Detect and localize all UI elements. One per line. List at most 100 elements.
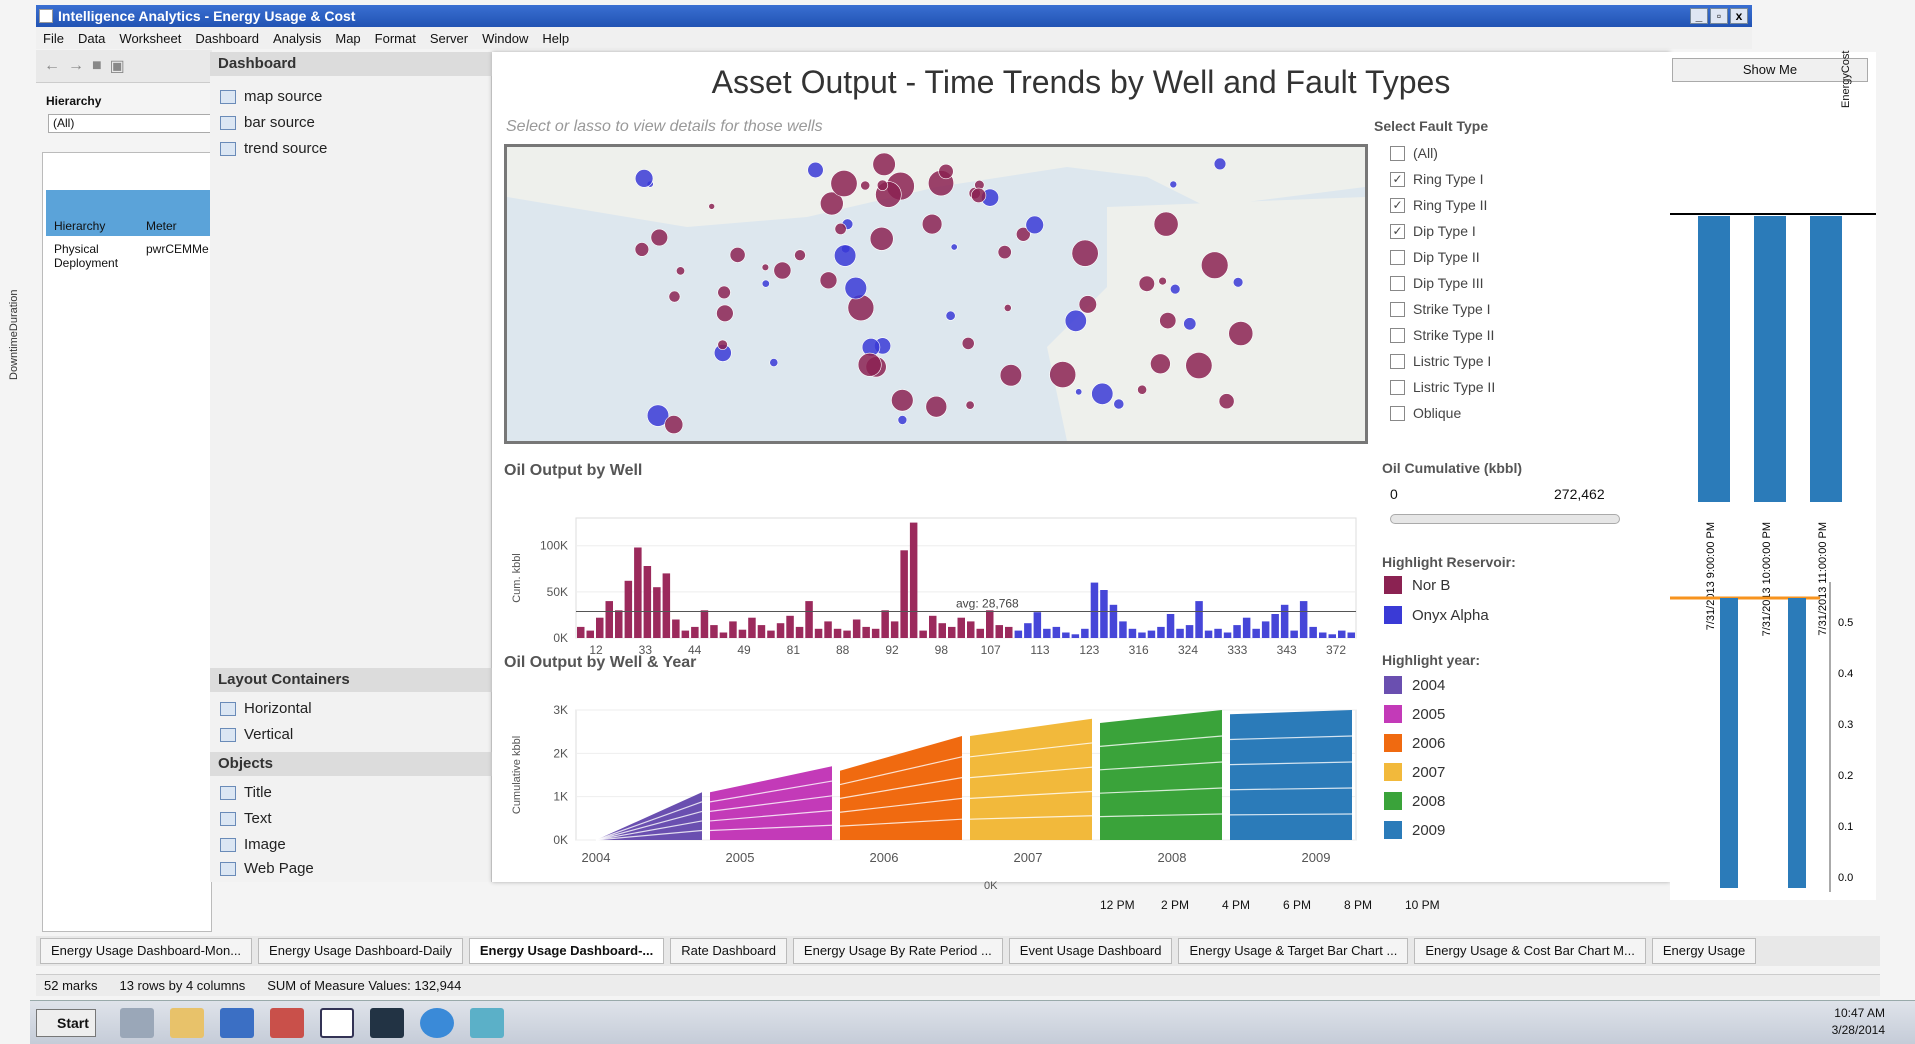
fault-option[interactable]: ✓ Ring Type I <box>1390 171 1484 187</box>
reader-icon[interactable] <box>470 1008 504 1038</box>
well-marker <box>650 228 669 247</box>
clock: 10:47 AM 3/28/2014 <box>1832 1005 1885 1039</box>
menu-analysis[interactable]: Analysis <box>266 31 328 46</box>
cumulative-slider[interactable] <box>1390 514 1620 524</box>
back-icon[interactable]: ← <box>44 57 60 75</box>
checkbox[interactable] <box>1390 379 1405 395</box>
powershell-icon[interactable] <box>220 1008 254 1038</box>
bar <box>1033 612 1042 638</box>
sheet-trend-source[interactable]: trend source <box>220 140 327 157</box>
well-marker <box>857 352 882 377</box>
sheet-tab[interactable]: Energy Usage Dashboard-Daily <box>258 938 463 964</box>
year-legend-item[interactable]: 2008 <box>1384 792 1445 810</box>
menu-window[interactable]: Window <box>475 31 535 46</box>
restore-button[interactable]: ▫ <box>1710 8 1728 24</box>
bar <box>757 625 766 638</box>
menu-dashboard[interactable]: Dashboard <box>188 31 266 46</box>
year-legend-item[interactable]: 2007 <box>1384 763 1445 781</box>
fault-option[interactable]: Dip Type III <box>1390 275 1484 291</box>
well-marker <box>1064 309 1087 332</box>
show-me-button[interactable]: Show Me <box>1672 58 1868 82</box>
fault-option[interactable]: (All) <box>1390 145 1438 161</box>
checkbox[interactable] <box>1390 405 1405 421</box>
start-button[interactable]: Start <box>36 1009 96 1037</box>
object-web-page[interactable]: Web Page <box>220 860 314 877</box>
bar-chart[interactable]: 0K 50K 100K Cum. kbbl avg: 28,768 12 33 44 49 81 8… <box>506 490 1366 670</box>
sheet-map-source[interactable]: map source <box>220 88 322 105</box>
object-title[interactable]: Title <box>220 784 272 801</box>
menu-map[interactable]: Map <box>328 31 367 46</box>
well-marker <box>676 266 686 276</box>
sheet-tab[interactable]: Rate Dashboard <box>670 938 787 964</box>
area-chart[interactable]: 0K 1K 2K 3K Cumulative kbbl 2004 2005 2006 2007 2… <box>506 680 1366 876</box>
sheet-tab[interactable]: Energy Usage & Cost Bar Chart M... <box>1414 938 1646 964</box>
minimize-button[interactable]: _ <box>1690 8 1708 24</box>
sheet-tab[interactable]: Energy Usage Dashboard-... <box>468 938 665 964</box>
tableau-icon[interactable] <box>320 1008 354 1038</box>
sheet-tab[interactable]: Energy Usage <box>1651 938 1757 964</box>
fault-option-label: Strike Type II <box>1413 327 1495 343</box>
analytics-icon[interactable] <box>370 1008 404 1038</box>
database-icon[interactable]: ▣ <box>110 56 125 76</box>
layout-vertical[interactable]: Vertical <box>220 726 293 743</box>
bar <box>1005 626 1013 638</box>
year-legend-item[interactable]: 2005 <box>1384 705 1445 723</box>
well-marker <box>950 243 958 251</box>
fault-option[interactable]: Listric Type I <box>1390 353 1491 369</box>
bar <box>776 623 785 638</box>
year-legend-item[interactable]: 2004 <box>1384 676 1445 694</box>
menu-format[interactable]: Format <box>368 31 423 46</box>
menu-server[interactable]: Server <box>423 31 475 46</box>
year-legend-item[interactable]: 2006 <box>1384 734 1445 752</box>
checkbox[interactable] <box>1390 327 1405 343</box>
app-icon-tools[interactable] <box>270 1008 304 1038</box>
sheet-tab[interactable]: Energy Usage By Rate Period ... <box>792 938 1003 964</box>
fault-option[interactable]: ✓ Ring Type II <box>1390 197 1487 213</box>
reservoir-legend-item[interactable]: Nor B <box>1384 576 1450 594</box>
fault-option[interactable]: Strike Type I <box>1390 301 1491 317</box>
checkbox[interactable]: ✓ <box>1390 197 1405 213</box>
object-image[interactable]: Image <box>220 836 286 853</box>
fault-option[interactable]: Listric Type II <box>1390 379 1495 395</box>
fault-option[interactable]: ✓ Dip Type I <box>1390 223 1476 239</box>
checkbox[interactable] <box>1390 353 1405 369</box>
forward-icon[interactable]: → <box>68 57 84 75</box>
sheet-bar-source[interactable]: bar source <box>220 114 315 131</box>
well-marker <box>961 336 975 350</box>
background-worksheet: 7/31/2013 9:00:00 PM 7/31/2013 10:00:00 P… <box>1670 52 1876 900</box>
app-icon <box>39 9 53 23</box>
well-map[interactable] <box>504 144 1368 444</box>
server-manager-icon[interactable] <box>120 1008 154 1038</box>
menu-data[interactable]: Data <box>71 31 112 46</box>
checkbox[interactable] <box>1390 249 1405 265</box>
checkbox[interactable]: ✓ <box>1390 223 1405 239</box>
hierarchy-select[interactable]: (All) <box>48 114 212 133</box>
year-title: Highlight year: <box>1382 652 1481 668</box>
year-legend-item[interactable]: 2009 <box>1384 821 1445 839</box>
well-marker <box>1078 295 1097 314</box>
bar-x-tick: 123 <box>1079 643 1099 657</box>
fault-option[interactable]: Dip Type II <box>1390 249 1480 265</box>
bar <box>1157 626 1165 638</box>
object-text[interactable]: Text <box>220 810 272 827</box>
checkbox[interactable] <box>1390 145 1405 161</box>
menu-worksheet[interactable]: Worksheet <box>112 31 188 46</box>
area-segment <box>1100 710 1222 840</box>
layout-horizontal[interactable]: Horizontal <box>220 700 312 717</box>
checkbox[interactable]: ✓ <box>1390 171 1405 187</box>
folder-icon[interactable] <box>170 1008 204 1038</box>
bar-x-tick: 372 <box>1326 643 1346 657</box>
fault-option[interactable]: Oblique <box>1390 405 1461 421</box>
checkbox[interactable] <box>1390 301 1405 317</box>
checkbox[interactable] <box>1390 275 1405 291</box>
save-icon[interactable]: ■ <box>92 57 102 75</box>
fault-option[interactable]: Strike Type II <box>1390 327 1494 343</box>
browser-icon[interactable] <box>420 1008 454 1038</box>
sheet-tab[interactable]: Event Usage Dashboard <box>1008 938 1173 964</box>
menu-help[interactable]: Help <box>535 31 576 46</box>
sheet-tab[interactable]: Energy Usage & Target Bar Chart ... <box>1178 938 1409 964</box>
sheet-tab[interactable]: Energy Usage Dashboard-Mon... <box>40 938 253 964</box>
reservoir-legend-item[interactable]: Onyx Alpha <box>1384 606 1489 624</box>
menu-file[interactable]: File <box>36 31 71 46</box>
close-button[interactable]: x <box>1730 8 1748 24</box>
